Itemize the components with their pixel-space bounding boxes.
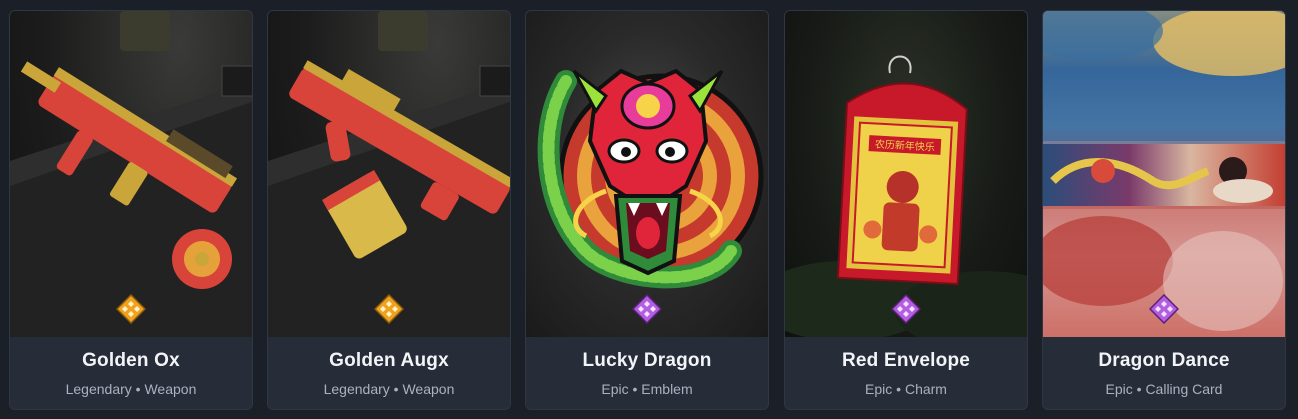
item-rarity: Legendary — [65, 381, 132, 397]
item-type: Calling Card — [1145, 381, 1223, 397]
legendary-rarity-icon — [374, 294, 404, 324]
reward-card-golden-augx[interactable]: Golden Augx Legendary • Weapon — [267, 10, 511, 410]
meta-separator: • — [135, 381, 141, 397]
reward-grid: Golden Ox Legendary • Weapon Golden Augx… — [0, 0, 1298, 419]
meta-separator: • — [1136, 381, 1142, 397]
card-footer: Golden Augx Legendary • Weapon — [268, 337, 510, 409]
epic-rarity-icon — [632, 294, 662, 324]
item-name: Lucky Dragon — [582, 350, 712, 371]
card-footer: Dragon Dance Epic • Calling Card — [1043, 337, 1285, 409]
epic-rarity-icon — [1149, 294, 1179, 324]
item-meta: Legendary • Weapon — [268, 381, 510, 397]
calling-card-art — [1043, 11, 1285, 337]
reward-card-golden-ox[interactable]: Golden Ox Legendary • Weapon — [9, 10, 253, 410]
card-footer: Golden Ox Legendary • Weapon — [10, 337, 252, 409]
weapon-art-golden-augx — [268, 11, 510, 337]
item-meta: Epic • Emblem — [526, 381, 768, 397]
card-footer: Red Envelope Epic • Charm — [785, 337, 1027, 409]
legendary-rarity-icon — [116, 294, 146, 324]
meta-separator: • — [632, 381, 638, 397]
item-name: Red Envelope — [841, 350, 971, 371]
card-footer: Lucky Dragon Epic • Emblem — [526, 337, 768, 409]
meta-separator: • — [393, 381, 399, 397]
item-meta: Epic • Charm — [785, 381, 1027, 397]
item-type: Charm — [904, 381, 947, 397]
dragon-emblem-art — [526, 11, 768, 337]
reward-card-dragon-dance[interactable]: Dragon Dance Epic • Calling Card — [1042, 10, 1286, 410]
item-type: Weapon — [144, 381, 197, 397]
red-envelope-charm-art: 农历新年快乐 — [785, 11, 1027, 337]
item-type: Weapon — [402, 381, 455, 397]
item-meta: Epic • Calling Card — [1043, 381, 1285, 397]
meta-separator: • — [896, 381, 902, 397]
epic-rarity-icon — [891, 294, 921, 324]
item-meta: Legendary • Weapon — [10, 381, 252, 397]
weapon-art-golden-ox — [10, 11, 252, 337]
item-name: Golden Augx — [329, 350, 449, 371]
item-name: Dragon Dance — [1098, 350, 1230, 371]
reward-card-red-envelope[interactable]: 农历新年快乐 Red Envelope Epic • Charm — [784, 10, 1028, 410]
item-rarity: Legendary — [323, 381, 390, 397]
item-type: Emblem — [641, 381, 693, 397]
item-rarity: Epic — [1105, 381, 1133, 397]
item-rarity: Epic — [865, 381, 893, 397]
item-name: Golden Ox — [82, 350, 180, 371]
item-rarity: Epic — [601, 381, 629, 397]
reward-card-lucky-dragon[interactable]: Lucky Dragon Epic • Emblem — [525, 10, 769, 410]
